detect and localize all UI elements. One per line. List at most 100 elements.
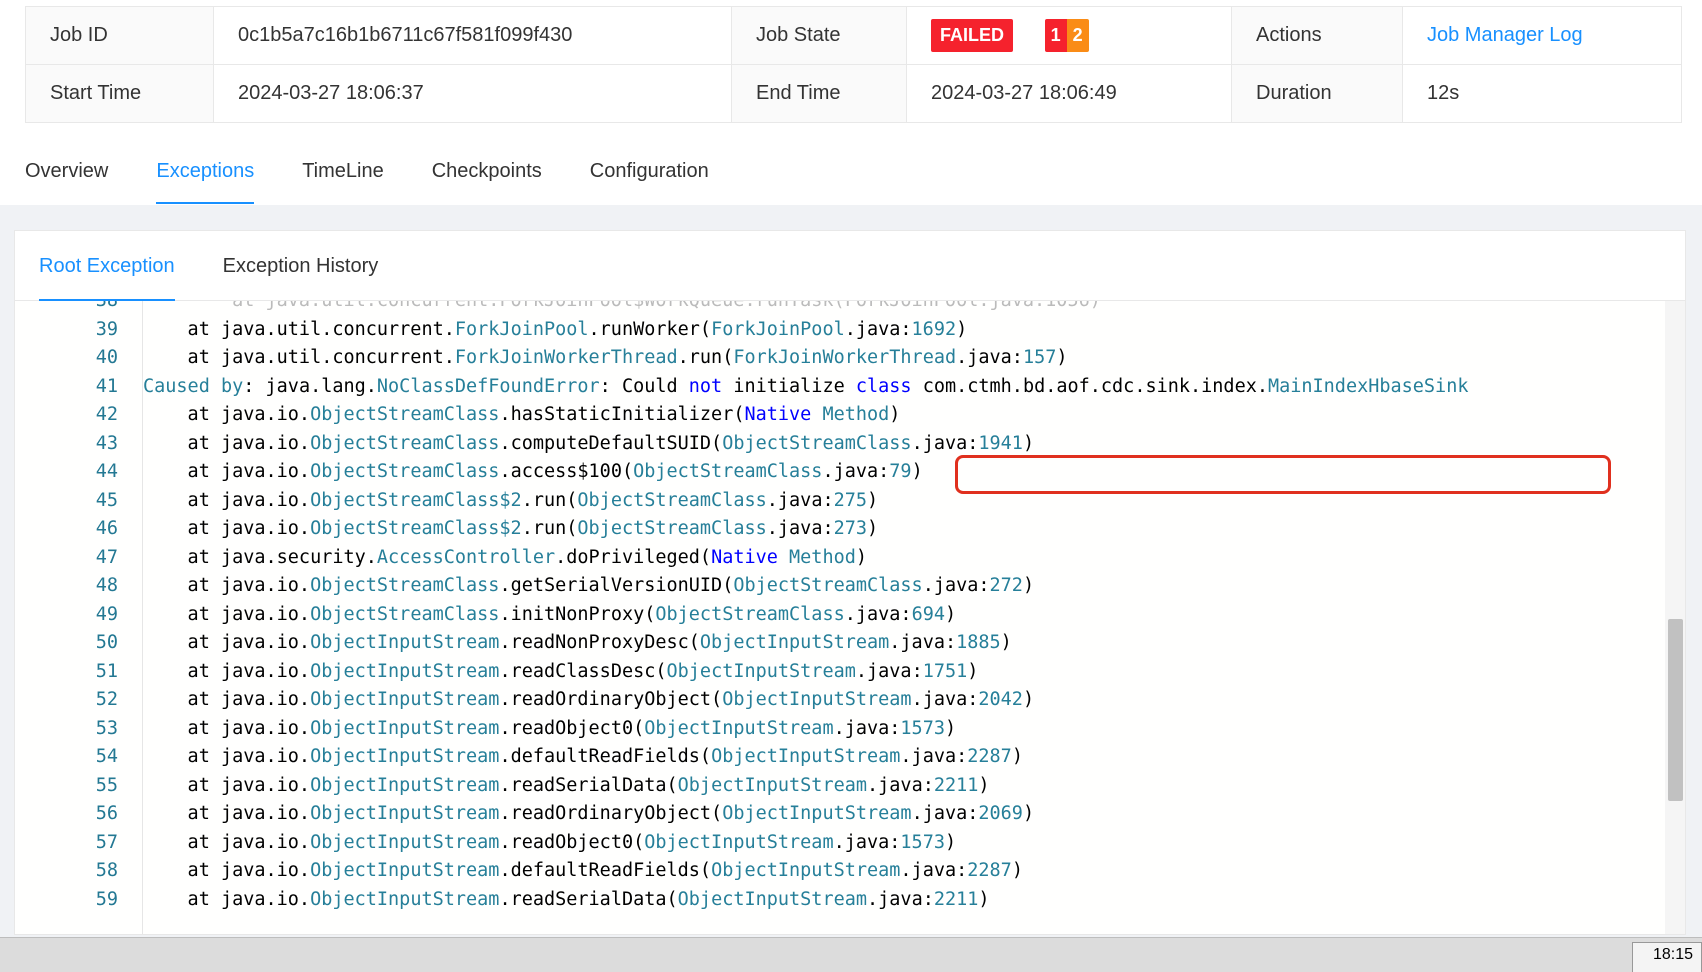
code-token: .readObject0( [499,831,645,853]
code-token: ObjectInputStream [677,888,868,910]
code-token: .java: [922,575,990,596]
scrollbar-thumb[interactable] [1668,619,1683,801]
code-text: at java.io.ObjectStreamClass.initNonProx… [143,601,957,630]
code-token: class [855,375,912,397]
failed-task-count-badge: 1 [1044,19,1067,52]
code-token: .defaultReadFields( [499,860,712,881]
code-text: at java.io.ObjectInputStream.defaultRead… [143,743,1023,772]
code-token: ObjectInputStream [711,746,901,767]
code-token: ObjectStreamClass [310,404,500,425]
tab-configuration[interactable]: Configuration [590,140,709,204]
code-token: ObjectStreamClass [655,603,845,625]
code-token: : java.lang. [243,375,377,397]
code-token: ) [944,831,957,853]
code-token: at java.io. [143,632,311,653]
code-token: at java.io. [143,489,311,511]
code-token: com.ctmh.bd.aof.cdc.sink.index. [911,375,1268,397]
code-token: not [688,375,723,397]
code-token: ObjectStreamClass$2 [310,489,522,511]
line-number: 39 [95,318,118,340]
code-token: at java.io. [143,603,311,625]
job-state-badge: FAILED [931,19,1014,52]
code-token: .java: [766,518,834,539]
code-token: NoClassDefFoundError [376,375,600,397]
code-text: at java.io.ObjectInputStream.readOrdinar… [143,800,1035,829]
code-text: at java.util.concurrent.ForkJoinPool$Wor… [143,301,1101,316]
code-token: ForkJoinWorkerThread [733,347,957,368]
vertical-scrollbar[interactable] [1665,301,1685,934]
duration-value: 12s [1402,64,1682,123]
tab-root-exception[interactable]: Root Exception [39,231,175,301]
code-token: ) [911,461,923,482]
canceled-task-count-badge: 2 [1066,19,1089,52]
code-token: ObjectInputStream [722,803,912,824]
job-id-value: 0c1b5a7c16b1b6711c67f581f099f430 [213,6,732,65]
tab-overview[interactable]: Overview [25,140,108,204]
code-token: at java.util.concurrent. [143,347,455,368]
code-token: ) [978,774,990,796]
code-line: 39 at java.util.concurrent.ForkJoinPool.… [15,316,1665,345]
job-manager-log-link[interactable]: Job Manager Log [1427,24,1583,46]
code-token: .readSerialData( [499,774,678,796]
code-token: .readOrdinaryObject( [499,689,723,710]
code-line: 52 at java.io.ObjectInputStream.readOrdi… [15,686,1665,715]
exception-code-editor[interactable]: 38 at java.util.concurrent.ForkJoinPool$… [15,301,1685,934]
tab-checkpoints[interactable]: Checkpoints [432,140,542,204]
code-token: at java.io. [143,746,311,767]
code-token: Native [711,546,778,568]
code-token: 2287 [967,746,1012,767]
code-text: at java.io.ObjectStreamClass.access$100(… [143,458,923,487]
code-token: .computeDefaultSUID( [499,432,723,454]
code-token: 694 [911,603,945,625]
job-info-row: Job ID 0c1b5a7c16b1b6711c67f581f099f430 … [25,6,1682,65]
job-state-label: Job State [731,6,907,65]
code-token: 2042 [978,689,1023,710]
code-token: ) [944,603,957,625]
code-token: by [220,375,244,397]
code-token: at java.io. [143,860,311,881]
code-token: at java.io. [143,575,311,596]
code-token: ) [867,489,879,511]
code-line: 54 at java.io.ObjectInputStream.defaultR… [15,743,1665,772]
exceptions-card: Root Exception Exception History 38 at j… [14,230,1686,935]
code-token: at java.io. [143,404,311,425]
tab-exception-history[interactable]: Exception History [223,231,379,301]
code-token: ObjectInputStream [666,660,856,682]
code-token: .readOrdinaryObject( [499,803,723,824]
code-token: ObjectStreamClass [722,432,912,454]
code-token: at java.io. [143,461,311,482]
code-token: ObjectStreamClass [577,489,767,511]
line-number: 52 [95,689,118,710]
code-text: at java.io.ObjectInputStream.readClassDe… [143,658,979,687]
actions-cell: Job Manager Log [1402,6,1682,65]
code-token: .readClassDesc( [499,660,667,682]
code-text: at java.io.ObjectInputStream.readNonProx… [143,629,1012,658]
code-line: 51 at java.io.ObjectInputStream.readClas… [15,658,1665,687]
code-token: ObjectStreamClass [577,518,767,539]
code-token: 2211 [933,888,979,910]
code-token: 273 [833,518,868,539]
code-token: ObjectInputStream [310,860,500,881]
code-token: at java.security. [143,546,377,568]
start-time-label: Start Time [25,64,214,123]
code-line: 43 at java.io.ObjectStreamClass.computeD… [15,430,1665,459]
tab-timeline[interactable]: TimeLine [302,140,384,204]
line-number: 42 [95,404,118,425]
stacktrace-lines: 38 at java.util.concurrent.ForkJoinPool$… [15,301,1665,914]
code-token: .java: [911,432,979,454]
exception-subtabs: Root Exception Exception History [15,231,1685,301]
code-token: at java.io. [143,432,311,454]
code-token: Caused [143,375,210,397]
taskbar-clock[interactable]: 18:15 [1632,942,1702,972]
code-token: at java.io. [143,888,311,910]
code-line: 38 at java.util.concurrent.ForkJoinPool$… [15,301,1665,316]
code-token: ObjectStreamClass [733,575,923,596]
code-line: 57 at java.io.ObjectInputStream.readObje… [15,829,1665,858]
code-token: 2211 [933,774,979,796]
code-token: at java.io. [143,717,311,739]
code-token: ObjectInputStream [644,831,834,853]
tab-exceptions[interactable]: Exceptions [156,140,255,204]
code-text: at java.io.ObjectInputStream.readOrdinar… [143,686,1035,715]
